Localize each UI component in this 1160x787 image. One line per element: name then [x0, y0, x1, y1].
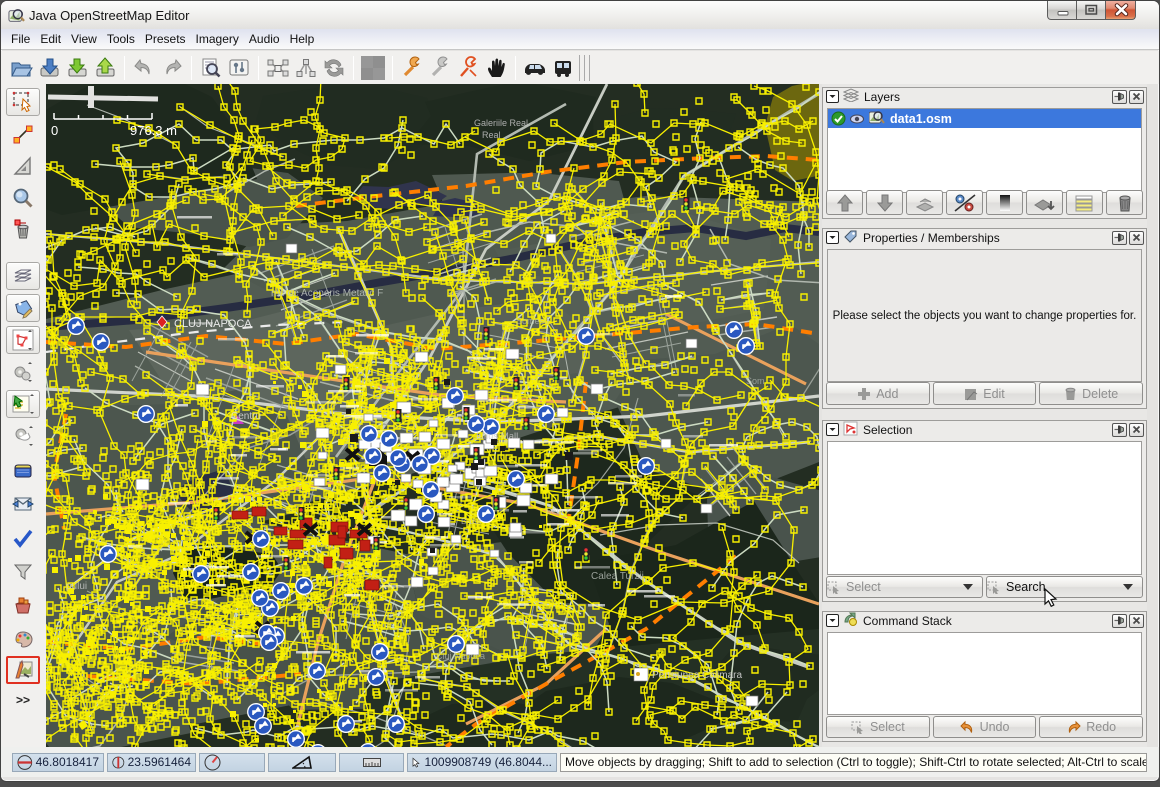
svg-text:B-dul: B-dul — [461, 516, 481, 526]
svg-text:Real: Real — [482, 130, 501, 140]
svg-text:Bela: Bela — [546, 506, 563, 516]
svg-text:pului: pului — [66, 581, 87, 592]
svg-text:me de Acoperis Metalic F: me de Acoperis Metalic F — [271, 288, 383, 299]
svg-text:Som: Som — [746, 376, 765, 386]
svg-text:976.3 m: 976.3 m — [130, 123, 177, 138]
svg-text:0: 0 — [51, 123, 58, 138]
svg-text:Pensiunea Calimara: Pensiunea Calimara — [652, 670, 742, 681]
svg-text:Calea Turzii: Calea Turzii — [591, 571, 644, 582]
svg-text:Cluj Napoca: Cluj Napoca — [436, 651, 485, 661]
svg-text:Iulius Mall: Iulius Mall — [476, 431, 518, 442]
svg-text:Somesu: Somesu — [516, 316, 549, 326]
svg-text:Centru: Centru — [231, 411, 261, 422]
svg-text:CLUJ-NAPOCA: CLUJ-NAPOCA — [174, 318, 252, 330]
svg-text:Galeriile Real: Galeriile Real — [474, 118, 528, 128]
